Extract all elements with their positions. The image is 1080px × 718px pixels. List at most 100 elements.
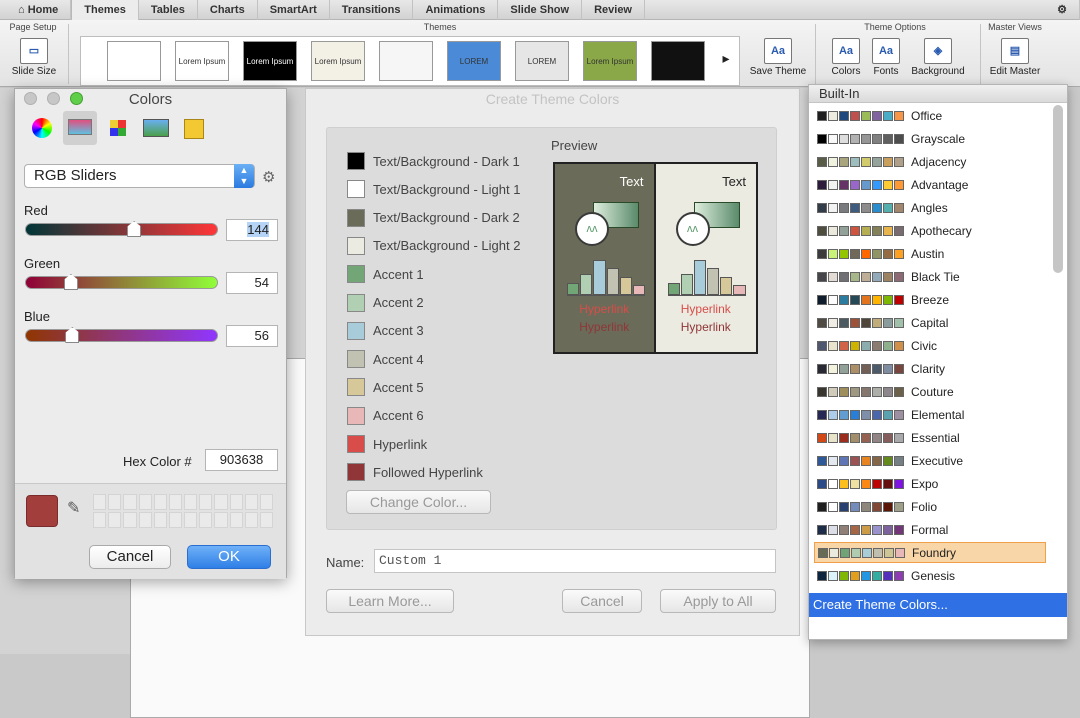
tab-slide-show[interactable]: Slide Show <box>498 0 583 20</box>
theme-thumbnail[interactable]: Lorem Ipsum <box>175 41 229 81</box>
theme-colors-item[interactable]: Couture <box>814 381 1046 402</box>
theme-colors-item[interactable]: Elemental <box>814 404 1046 425</box>
color-swatch[interactable] <box>347 378 365 397</box>
current-color-well[interactable] <box>26 495 58 527</box>
red-slider[interactable] <box>25 221 218 237</box>
color-swatch[interactable] <box>347 208 365 227</box>
color-mode-select[interactable]: RGB Sliders ▲ ▼ <box>24 164 255 188</box>
theme-colors-item[interactable]: Advantage <box>814 174 1046 195</box>
theme-colors-item[interactable]: Essential <box>814 427 1046 448</box>
theme-thumbnail[interactable] <box>107 41 161 81</box>
color-swatch[interactable] <box>347 435 365 453</box>
theme-color-row[interactable]: Accent 1 <box>347 264 424 284</box>
theme-colors-item[interactable]: Executive <box>814 450 1046 471</box>
color-swatch[interactable] <box>347 293 365 312</box>
save-theme-button[interactable]: Aa Save Theme <box>748 38 808 77</box>
empty-swatch[interactable] <box>214 494 228 510</box>
scrollbar[interactable] <box>1053 105 1063 273</box>
empty-swatch[interactable] <box>123 512 137 528</box>
crayons-icon[interactable] <box>177 111 211 145</box>
theme-color-row[interactable]: Text/Background - Light 2 <box>347 236 520 256</box>
color-swatch[interactable] <box>347 180 365 199</box>
color-swatch[interactable] <box>347 463 365 482</box>
theme-color-row[interactable]: Accent 3 <box>347 321 424 341</box>
theme-color-row[interactable]: Text/Background - Dark 1 <box>347 151 520 171</box>
tab-charts[interactable]: Charts <box>198 0 258 20</box>
slide-size-button[interactable]: ▭ Slide Size <box>6 38 62 77</box>
ribbon-options-gear-icon[interactable]: ⚙ <box>1045 0 1080 20</box>
theme-colors-item[interactable]: Civic <box>814 335 1046 356</box>
red-value-field[interactable]: 144 <box>226 219 278 241</box>
color-palettes-icon[interactable] <box>101 111 135 145</box>
color-swatch[interactable] <box>347 265 365 284</box>
green-slider-knob[interactable] <box>63 274 78 290</box>
empty-swatch[interactable] <box>153 494 167 510</box>
fonts-button[interactable]: Aa Fonts <box>866 38 906 77</box>
theme-colors-item[interactable]: Breeze <box>814 289 1046 310</box>
theme-colors-item[interactable]: Clarity <box>814 358 1046 379</box>
theme-colors-item[interactable]: Folio <box>814 496 1046 517</box>
empty-swatch[interactable] <box>153 512 167 528</box>
theme-thumbnail[interactable]: Lorem Ipsum <box>311 41 365 81</box>
color-sliders-icon[interactable] <box>63 111 97 145</box>
empty-swatch[interactable] <box>244 512 258 528</box>
red-slider-knob[interactable] <box>127 221 142 237</box>
theme-color-row[interactable]: Accent 5 <box>347 377 424 397</box>
cancel-button[interactable]: Cancel <box>89 545 171 569</box>
empty-swatch[interactable] <box>229 512 243 528</box>
color-swatch[interactable] <box>347 152 365 170</box>
theme-color-row[interactable]: Accent 4 <box>347 349 424 369</box>
tab-themes[interactable]: Themes <box>71 0 139 20</box>
gallery-next-button[interactable]: ▸ <box>716 50 736 67</box>
tab-animations[interactable]: Animations <box>413 0 499 20</box>
theme-colors-item[interactable]: Office <box>814 105 1046 126</box>
tab-smartart[interactable]: SmartArt <box>258 0 330 20</box>
theme-colors-item[interactable]: Apothecary <box>814 220 1046 241</box>
empty-swatch[interactable] <box>168 512 182 528</box>
theme-colors-item[interactable]: Formal <box>814 519 1046 540</box>
tab-tables[interactable]: Tables <box>139 0 198 20</box>
theme-name-input[interactable]: Custom 1 <box>374 549 776 573</box>
theme-colors-item[interactable]: Expo <box>814 473 1046 494</box>
theme-color-row[interactable]: Text/Background - Dark 2 <box>347 208 520 228</box>
gear-icon[interactable]: ⚙ <box>262 168 275 186</box>
change-color-button[interactable]: Change Color... <box>346 490 491 514</box>
theme-colors-item[interactable]: Austin <box>814 243 1046 264</box>
color-swatch[interactable] <box>347 321 365 340</box>
create-theme-colors-menu-item[interactable]: Create Theme Colors... <box>809 593 1067 617</box>
tab-review[interactable]: Review <box>582 0 645 20</box>
theme-color-row[interactable]: Followed Hyperlink <box>347 462 483 482</box>
color-wheel-icon[interactable] <box>25 111 59 145</box>
colors-button[interactable]: Aa Colors <box>824 38 868 77</box>
empty-swatch[interactable] <box>168 494 182 510</box>
theme-colors-item[interactable]: Angles <box>814 197 1046 218</box>
edit-master-button[interactable]: ▤ Edit Master <box>984 38 1046 77</box>
empty-swatch[interactable] <box>214 512 228 528</box>
theme-colors-item[interactable]: Foundry <box>814 542 1046 563</box>
color-swatch[interactable] <box>347 350 365 369</box>
theme-color-row[interactable]: Text/Background - Light 1 <box>347 179 520 199</box>
empty-swatch[interactable] <box>199 494 213 510</box>
theme-colors-item[interactable]: Black Tie <box>814 266 1046 287</box>
theme-thumbnail[interactable] <box>379 41 433 81</box>
empty-swatch[interactable] <box>259 512 273 528</box>
green-value-field[interactable]: 54 <box>226 272 278 294</box>
background-button[interactable]: ◈ Background <box>908 38 968 77</box>
theme-thumbnail[interactable]: LOREM IPSUM <box>447 41 501 81</box>
empty-swatch[interactable] <box>93 512 107 528</box>
tab-transitions[interactable]: Transitions <box>330 0 414 20</box>
blue-slider-knob[interactable] <box>65 327 80 343</box>
theme-thumbnail[interactable] <box>651 41 705 81</box>
empty-swatch[interactable] <box>259 494 273 510</box>
green-slider[interactable] <box>25 274 218 290</box>
theme-thumbnail[interactable]: Lorem Ipsum <box>243 41 297 81</box>
hex-color-field[interactable]: 903638 <box>205 449 278 471</box>
theme-colors-item[interactable]: Capital <box>814 312 1046 333</box>
learn-more-button[interactable]: Learn More... <box>326 589 454 613</box>
theme-color-row[interactable]: Accent 6 <box>347 406 424 426</box>
empty-swatch[interactable] <box>229 494 243 510</box>
image-palettes-icon[interactable] <box>139 111 173 145</box>
color-swatch[interactable] <box>347 236 365 255</box>
color-swatch[interactable] <box>347 406 365 425</box>
empty-swatch[interactable] <box>184 494 198 510</box>
